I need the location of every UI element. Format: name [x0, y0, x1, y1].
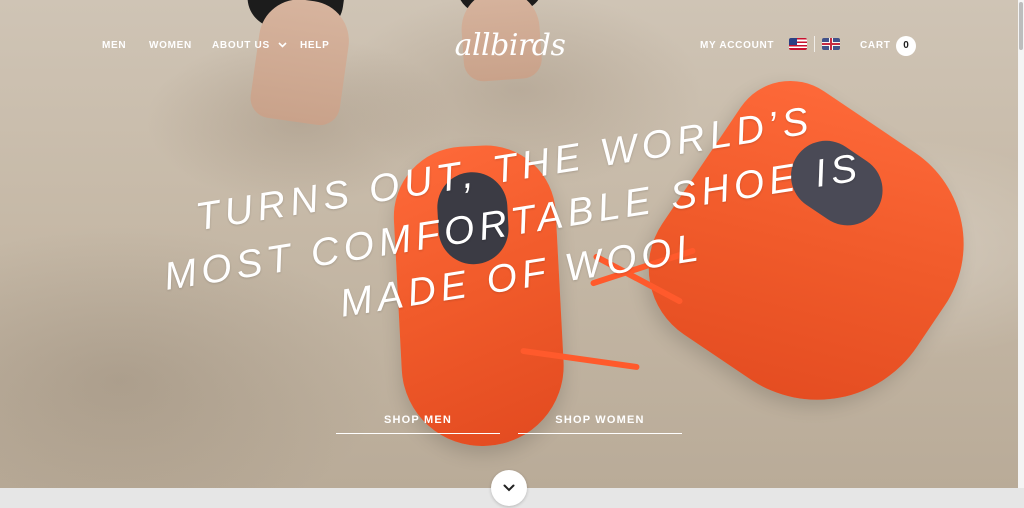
- allbirds-logo[interactable]: allbirds: [446, 28, 574, 64]
- cart-link[interactable]: CART: [860, 40, 891, 51]
- page: MEN WOMEN ABOUT US HELP allbirds MY ACCO…: [0, 0, 1024, 508]
- my-account-link[interactable]: MY ACCOUNT: [700, 40, 774, 51]
- shop-men-button[interactable]: SHOP MEN: [336, 414, 500, 434]
- scroll-down-button[interactable]: [491, 470, 527, 506]
- nav-women-link[interactable]: WOMEN: [149, 40, 192, 51]
- nav-help-link[interactable]: HELP: [300, 40, 329, 51]
- us-flag-icon[interactable]: [789, 38, 807, 50]
- chevron-down-icon: [503, 484, 515, 492]
- nav-about-us-label: ABOUT US: [212, 40, 270, 52]
- flag-divider: [814, 36, 815, 52]
- nav-about-us-dropdown[interactable]: ABOUT US: [212, 40, 287, 51]
- chevron-down-icon: [278, 40, 287, 51]
- left-foot: [247, 0, 355, 128]
- shop-men-underline: [336, 433, 500, 434]
- shop-women-underline: [518, 433, 682, 434]
- scrollbar-thumb[interactable]: [1019, 2, 1023, 50]
- shop-women-button[interactable]: SHOP WOMEN: [518, 414, 682, 434]
- nav-men-link[interactable]: MEN: [102, 40, 126, 51]
- cart-count-badge[interactable]: 0: [896, 36, 916, 56]
- uk-flag-icon[interactable]: [822, 38, 840, 50]
- scrollbar[interactable]: [1018, 0, 1024, 488]
